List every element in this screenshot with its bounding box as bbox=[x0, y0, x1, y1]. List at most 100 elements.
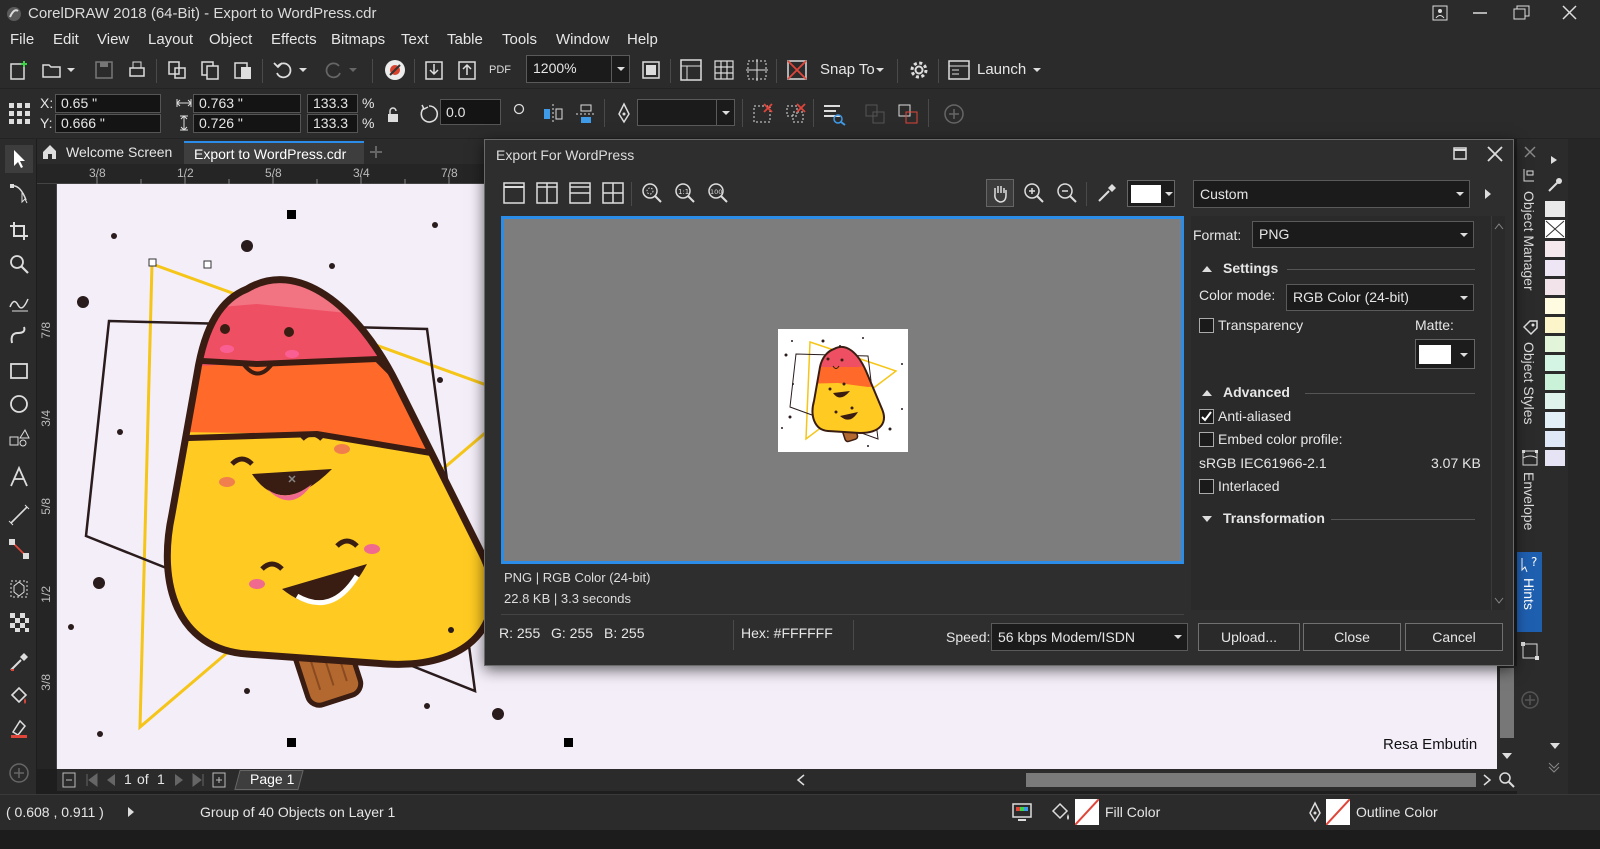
horizontal-ruler[interactable]: 3/8 1/2 5/8 3/4 7/8 bbox=[37, 164, 497, 184]
docker-tab-envelope[interactable]: Envelope bbox=[1521, 472, 1537, 530]
launch-dropdown-icon[interactable] bbox=[1030, 56, 1044, 84]
group-objects-icon[interactable] bbox=[748, 100, 776, 128]
connector-tool-icon[interactable] bbox=[5, 535, 33, 563]
upload-button[interactable]: Upload... bbox=[1198, 623, 1300, 651]
crop-tool-icon[interactable] bbox=[5, 217, 33, 245]
settings-scroll-up-icon[interactable] bbox=[1494, 222, 1504, 230]
add-toolbar-item-icon[interactable] bbox=[940, 100, 968, 128]
outline-width-combo[interactable] bbox=[637, 99, 735, 126]
parallel-dimension-tool-icon[interactable] bbox=[5, 501, 33, 529]
transformation-expand-icon[interactable] bbox=[1201, 514, 1213, 524]
palette-swatch[interactable] bbox=[1545, 279, 1565, 295]
settings-scroll-down-icon[interactable] bbox=[1494, 597, 1504, 605]
smart-fill-tool-icon[interactable] bbox=[5, 715, 33, 743]
polygon-tool-icon[interactable] bbox=[5, 423, 33, 451]
search-content-icon[interactable] bbox=[381, 56, 409, 84]
matte-color-picker[interactable] bbox=[1415, 339, 1475, 369]
tab-export-to-wordpress[interactable]: Export to WordPress.cdr bbox=[184, 141, 364, 164]
menu-bitmaps[interactable]: Bitmaps bbox=[331, 31, 385, 48]
import-icon[interactable] bbox=[420, 56, 448, 84]
scroll-left-arrow-icon[interactable] bbox=[796, 774, 806, 786]
palette-swatch[interactable] bbox=[1545, 393, 1565, 409]
menu-text[interactable]: Text bbox=[401, 31, 429, 48]
dialog-close-icon[interactable] bbox=[1484, 143, 1506, 165]
palette-swatch[interactable] bbox=[1545, 241, 1565, 257]
palette-swatch[interactable] bbox=[1545, 336, 1565, 352]
dialog-eyedropper-icon[interactable] bbox=[1093, 179, 1121, 207]
palette-swatch[interactable] bbox=[1545, 201, 1565, 217]
preset-options-arrow-icon[interactable] bbox=[1483, 188, 1493, 200]
ungroup-objects-icon[interactable] bbox=[781, 100, 809, 128]
first-page-icon[interactable] bbox=[85, 773, 99, 787]
redo-dropdown-icon[interactable] bbox=[346, 56, 360, 84]
zoom-out-icon[interactable] bbox=[1053, 179, 1081, 207]
horizontal-scrollbar[interactable] bbox=[792, 769, 1500, 791]
palette-swatch[interactable] bbox=[1545, 374, 1565, 390]
tab-welcome-screen[interactable]: Welcome Screen bbox=[56, 141, 189, 164]
menu-table[interactable]: Table bbox=[447, 31, 483, 48]
zoom-level-combo[interactable]: 1200% bbox=[526, 55, 630, 83]
undo-icon[interactable] bbox=[269, 56, 297, 84]
redo-icon[interactable] bbox=[320, 56, 348, 84]
format-combo[interactable]: PNG bbox=[1252, 221, 1474, 248]
outline-width-dropdown-icon[interactable] bbox=[716, 100, 734, 125]
open-folder-icon[interactable] bbox=[38, 56, 66, 84]
palette-swatch[interactable] bbox=[1545, 317, 1565, 333]
palette-scroll-down-icon[interactable] bbox=[1549, 741, 1561, 751]
menu-tools[interactable]: Tools bbox=[502, 31, 537, 48]
new-tab-plus-icon[interactable] bbox=[367, 143, 385, 161]
minimize-button[interactable] bbox=[1460, 2, 1498, 26]
dialog-maximize-icon[interactable] bbox=[1449, 144, 1471, 164]
zoom-in-icon[interactable] bbox=[1020, 179, 1048, 207]
color-mode-dropdown-icon[interactable] bbox=[1455, 285, 1473, 310]
rotation-angle-field[interactable]: 0.0 bbox=[440, 99, 501, 125]
palette-swatch[interactable] bbox=[1545, 450, 1565, 466]
menu-window[interactable]: Window bbox=[556, 31, 609, 48]
palette-eyedropper-icon[interactable] bbox=[1547, 177, 1563, 193]
zoom-1-to-1-icon[interactable]: 1:1 bbox=[671, 179, 699, 207]
height-field[interactable]: 0.726 " bbox=[193, 114, 301, 133]
speed-dropdown-icon[interactable] bbox=[1169, 624, 1187, 650]
show-guidelines-icon[interactable] bbox=[743, 56, 771, 84]
publish-pdf-icon[interactable]: PDF bbox=[486, 56, 514, 84]
navigator-zoom-icon[interactable] bbox=[1497, 769, 1517, 791]
zoom-100-icon[interactable]: 100 bbox=[704, 179, 732, 207]
eyedropper-color-picker[interactable] bbox=[1127, 180, 1175, 207]
outline-pen-icon[interactable] bbox=[610, 100, 638, 128]
new-document-icon[interactable] bbox=[5, 56, 33, 84]
zoom-fit-icon[interactable] bbox=[638, 179, 666, 207]
print-icon[interactable] bbox=[123, 56, 151, 84]
open-dropdown-icon[interactable] bbox=[63, 56, 79, 84]
envelope-icon[interactable] bbox=[1521, 449, 1539, 467]
pan-hand-icon[interactable] bbox=[986, 179, 1014, 207]
settings-scrollbar[interactable] bbox=[1491, 216, 1505, 610]
transformation-section-title[interactable]: Transformation bbox=[1223, 510, 1325, 526]
mirror-horizontal-icon[interactable] bbox=[539, 100, 567, 128]
width-field[interactable]: 0.763 " bbox=[193, 94, 301, 113]
status-expand-icon[interactable] bbox=[126, 806, 136, 818]
show-grid-icon[interactable] bbox=[710, 56, 738, 84]
previous-page-icon[interactable] bbox=[105, 773, 117, 787]
export-icon[interactable] bbox=[453, 56, 481, 84]
embed-color-profile-checkbox[interactable] bbox=[1199, 432, 1214, 447]
interactive-fill-tool-icon[interactable] bbox=[5, 682, 33, 710]
menu-edit[interactable]: Edit bbox=[53, 31, 79, 48]
undo-dropdown-icon[interactable] bbox=[296, 56, 310, 84]
advanced-collapse-icon[interactable] bbox=[1201, 388, 1213, 398]
mirror-vertical-icon[interactable] bbox=[572, 100, 600, 128]
horizontal-scrollbar-thumb[interactable] bbox=[1026, 773, 1476, 787]
no-color-swatch[interactable] bbox=[1545, 220, 1565, 238]
menu-object[interactable]: Object bbox=[209, 31, 252, 48]
palette-options-icon[interactable] bbox=[1547, 759, 1561, 773]
menu-effects[interactable]: Effects bbox=[271, 31, 317, 48]
copy-icon[interactable] bbox=[196, 56, 224, 84]
x-position-field[interactable]: 0.65 " bbox=[55, 94, 161, 113]
preset-dropdown-icon[interactable] bbox=[1451, 181, 1469, 207]
docker-tab-hints[interactable]: ? Hints bbox=[1517, 552, 1542, 632]
settings-section-title[interactable]: Settings bbox=[1223, 260, 1278, 276]
fill-color-swatch[interactable] bbox=[1075, 799, 1099, 825]
menu-layout[interactable]: Layout bbox=[148, 31, 193, 48]
y-position-field[interactable]: 0.666 " bbox=[55, 114, 161, 133]
dock-frame-icon[interactable] bbox=[1521, 642, 1539, 660]
vertical-scrollbar[interactable] bbox=[1497, 666, 1517, 769]
